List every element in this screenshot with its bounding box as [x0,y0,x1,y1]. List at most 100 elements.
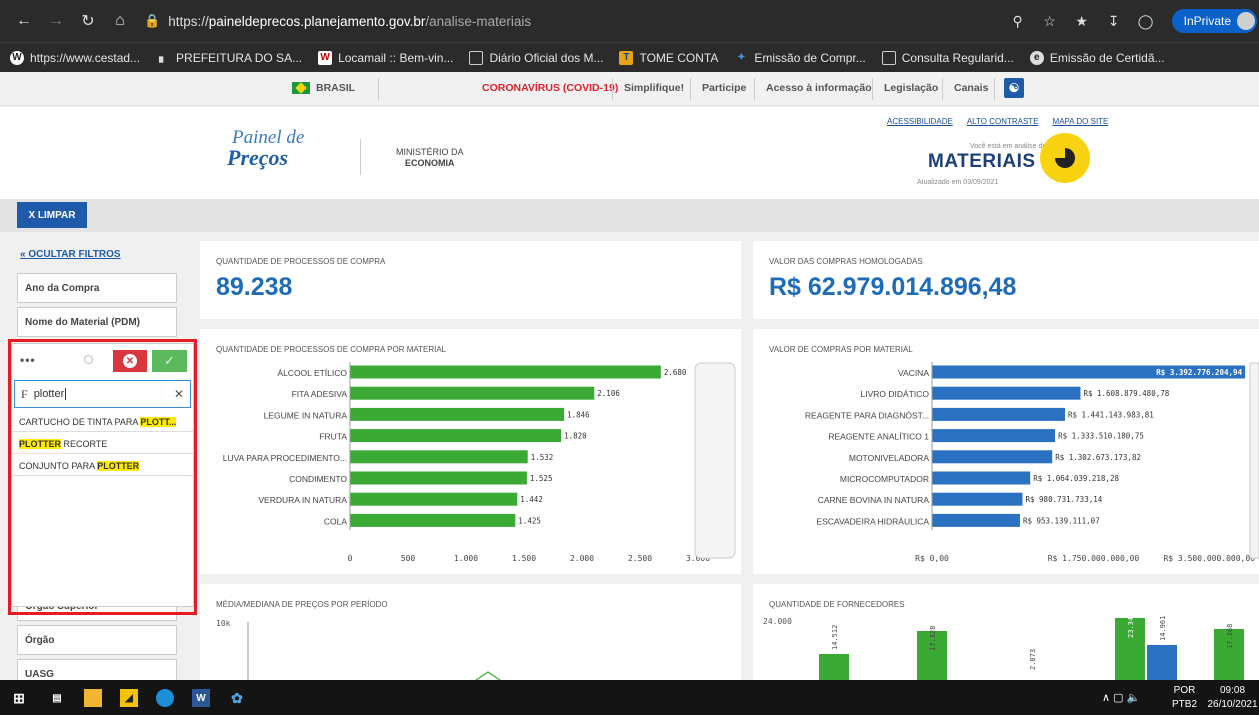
favorite-link[interactable]: Whttps://www.cestad... [10,50,140,65]
favorite-link[interactable]: T TOME CONTA [619,50,718,65]
favorite-link[interactable]: W Locamail :: Bem-vin... [318,50,454,65]
sticky-notes-icon[interactable]: ◢ [120,689,138,707]
data-label: R$ 1.064.039.218,28 [1033,474,1119,483]
simplifique-link[interactable]: Simplifique! [624,82,684,94]
brasil-link[interactable]: BRASIL [292,82,355,95]
favorite-link[interactable]: Diário Oficial dos M... [469,50,604,65]
ocultar-filtros-link[interactable]: « OCULTAR FILTROS [20,249,121,260]
home-icon[interactable]: ⌂ [104,5,136,37]
painel-logo[interactable]: Painel de Preços [227,127,304,171]
favorites-bar: Whttps://www.cestad... ▖ PREFEITURA DO SA… [0,42,1259,72]
favorite-label: Diário Oficial dos M... [489,50,604,65]
address-bar[interactable]: 🔒 https://paineldeprecos.planejamento.go… [144,8,531,34]
double-chevron-left-icon: « [20,249,26,260]
url-prefix: https:// [168,13,209,29]
data-label: 2.873 [1029,649,1037,670]
chart-media: 10k [216,619,501,680]
edge-icon[interactable] [156,689,174,707]
favorites-icon[interactable]: ★ [1066,13,1098,30]
task-view-icon[interactable]: ▤ [48,689,66,707]
search-input[interactable]: F plotter ✕ [14,380,191,408]
tick-label: 500 [401,554,416,563]
selection-toggle-icon[interactable] [84,355,93,364]
brasil-flag-icon [292,82,310,95]
data-label: R$ 1.333.510.180,75 [1058,432,1144,441]
result-highlight: PLOTT... [140,417,177,427]
bar [932,429,1056,443]
tick-label: R$ 1.750.000.000,00 [1048,554,1140,563]
bar [932,407,1065,421]
tick-label: 2.500 [628,554,652,563]
language-indicator[interactable]: POR PTB2 [1172,684,1197,712]
cancel-selection-button[interactable]: ✕ [113,350,147,372]
search-result[interactable]: CONJUNTO PARA PLOTTER [12,455,193,476]
tray-icons[interactable]: ∧ ▢ 🔈 [1102,691,1140,704]
corona-link[interactable]: CORONAVÍRUS (COVID-19) [482,82,618,94]
accessibility-icon: ☯ [1004,78,1024,98]
bar [350,429,562,443]
shield-icon[interactable]: ◯ [1130,13,1162,30]
clear-search-icon[interactable]: ✕ [174,387,184,401]
search-icon: F [21,386,28,401]
zoom-icon[interactable]: ⚲ [1002,13,1034,30]
chart-fornecedores-card: QUANTIDADE DE FORNECEDORES 24.000 14.512… [753,584,1259,680]
time-label: 09:08 [1219,685,1246,696]
data-label: 1.425 [518,516,541,525]
accessibility-link[interactable]: ☯ [1004,78,1024,98]
chevron-up-icon: ∧ [1102,692,1111,704]
category-label: FRUTA [319,432,347,442]
data-label: R$ 953.139.111,07 [1023,516,1100,525]
favorite-link[interactable]: ▖ PREFEITURA DO SA... [156,51,302,65]
search-result[interactable]: PLOTTER RECORTE [12,433,193,454]
acessibilidade-link[interactable]: ACESSIBILIDADE [887,117,953,126]
inprivate-label: InPrivate [1183,14,1231,28]
bar [932,513,1020,527]
paint-icon[interactable]: ✿ [228,689,246,707]
search-result[interactable]: CARTUCHO DE TINTA PARA PLOTT... [12,411,193,432]
category-label: ESCAVADEIRA HIDRÁULICA [816,516,929,526]
kpi-value: 89.238 [216,273,293,301]
scrollbar [694,362,736,559]
data-label: 1.442 [520,495,543,504]
favorite-link[interactable]: e Emissão de Certidã... [1029,50,1165,65]
favorite-star-icon[interactable]: ☆ [1034,13,1066,30]
favorite-label: Locamail :: Bem-vin... [338,50,454,65]
bar [350,407,565,421]
forward-icon[interactable]: → [40,5,72,37]
windows-start-icon[interactable]: ⊞ [10,689,28,707]
category-label: CONDIMENTO [289,474,347,484]
back-icon[interactable]: ← [8,5,40,37]
favorite-label: PREFEITURA DO SA... [176,50,303,65]
filter-orgao[interactable]: Órgão [17,625,177,655]
favorite-link[interactable]: Consulta Regularid... [881,50,1014,65]
file-explorer-icon[interactable] [84,689,102,707]
refresh-icon[interactable]: ↻ [72,5,104,37]
clock[interactable]: 09:08 26/10/2021 [1206,684,1259,712]
filter-nome-material[interactable]: Nome do Material (PDM) [17,307,177,337]
download-icon[interactable]: ↧ [1098,13,1130,30]
inprivate-button[interactable]: InPrivate [1171,9,1257,33]
mapa-site-link[interactable]: MAPA DO SITE [1053,117,1109,126]
word-icon[interactable]: W [192,689,210,707]
participe-link[interactable]: Participe [702,82,746,94]
alto-contraste-link[interactable]: ALTO CONTRASTE [967,117,1039,126]
chart-processos-card: QUANTIDADE DE PROCESSOS DE COMPRA POR MA… [200,329,741,574]
more-options-icon[interactable]: ••• [20,353,36,367]
legislacao-link[interactable]: Legislação [884,82,938,94]
updated-label: Atualizado em 03/09/2021 [917,179,999,186]
voce-esta-label: Você está em análise de [970,143,1047,150]
limpar-button[interactable]: X LIMPAR [17,202,87,228]
data-label: 1.820 [564,432,587,441]
confirm-selection-button[interactable]: ✓ [152,350,187,372]
acesso-link[interactable]: Acesso à informação [766,82,872,94]
filter-ano-compra[interactable]: Ano da Compra [17,273,177,303]
lock-icon: 🔒 [144,13,161,28]
data-label: 1.532 [531,453,554,462]
search-value: plotter [33,388,65,400]
page-icon [881,50,896,65]
canais-link[interactable]: Canais [954,82,988,94]
kpi-value: R$ 62.979.014.896,48 [769,273,1017,301]
favorite-link[interactable]: ✦ Emissão de Compr... [734,51,866,65]
browser-toolbar: ← → ↻ ⌂ 🔒 https://paineldeprecos.planeja… [0,0,1259,42]
kpi-processos-card: QUANTIDADE DE PROCESSOS DE COMPRA 89.238 [200,241,741,319]
